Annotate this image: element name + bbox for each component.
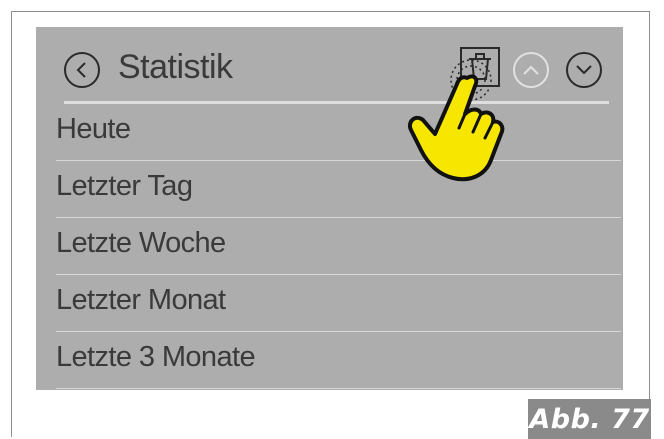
list-item-today[interactable]: Heute xyxy=(56,104,621,161)
back-button[interactable] xyxy=(64,52,100,88)
page-title: Statistik xyxy=(118,48,233,86)
list-item-last-day[interactable]: Letzter Tag xyxy=(56,161,621,218)
list-item-label: Letzter Monat xyxy=(56,284,226,316)
list-item-label: Letzte Woche xyxy=(56,227,226,259)
figure-label-badge: Abb. 77 xyxy=(528,399,651,439)
screen-header: Statistik xyxy=(36,27,623,107)
list-item-last-3-months[interactable]: Letzte 3 Monate xyxy=(56,332,621,389)
list-item-label: Heute xyxy=(56,113,131,145)
list-item-last-week[interactable]: Letzte Woche xyxy=(56,218,621,275)
statistics-period-list: Heute Letzter Tag Letzte Woche Letzter M… xyxy=(36,104,623,389)
list-item-label: Letzte 3 Monate xyxy=(56,341,256,373)
chevron-down-icon xyxy=(576,65,592,75)
scroll-up-button[interactable] xyxy=(513,52,549,88)
figure-label: Abb. 77 xyxy=(529,403,650,435)
chevron-left-icon xyxy=(76,62,86,78)
list-item-last-month[interactable]: Letzter Monat xyxy=(56,275,621,332)
list-item-label: Letzter Tag xyxy=(56,170,193,202)
tap-hand-icon xyxy=(408,59,505,182)
scroll-down-button[interactable] xyxy=(566,52,602,88)
device-screen: Statistik Heute Letzter Tag Letzte Woche… xyxy=(36,27,623,390)
chevron-up-icon xyxy=(523,65,539,75)
